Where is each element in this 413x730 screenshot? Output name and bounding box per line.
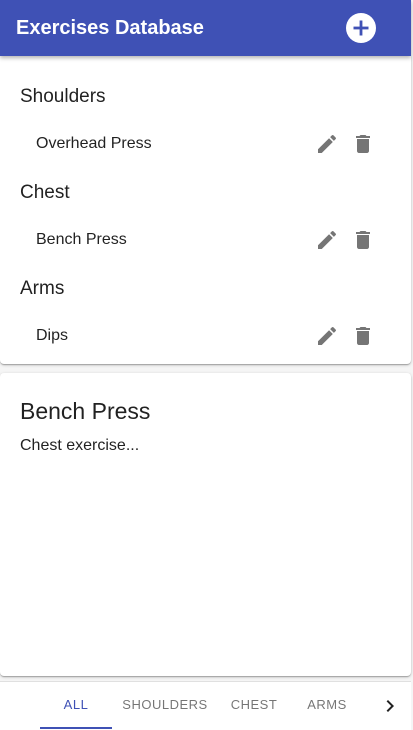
exercise-label[interactable]: Bench Press xyxy=(36,230,127,250)
delete-button[interactable] xyxy=(351,228,375,252)
delete-button[interactable] xyxy=(351,132,375,156)
add-exercise-button[interactable] xyxy=(346,13,376,43)
detail-title: Bench Press xyxy=(20,398,151,424)
add-icon xyxy=(353,20,369,36)
tab-shoulders[interactable]: SHOULDERS xyxy=(118,682,212,730)
trash-icon xyxy=(356,231,370,249)
edit-button[interactable] xyxy=(315,132,339,156)
tab-chest[interactable]: CHEST xyxy=(222,682,286,730)
delete-button[interactable] xyxy=(351,324,375,348)
trash-icon xyxy=(356,327,370,345)
tabs-scroll-right-button[interactable] xyxy=(378,694,402,718)
exercise-label[interactable]: Dips xyxy=(36,326,68,346)
group-title-chest: Chest xyxy=(20,182,70,203)
app-title: Exercises Database xyxy=(16,17,204,39)
detail-description: Chest exercise... xyxy=(20,437,140,454)
pencil-icon xyxy=(318,134,337,153)
app-bar: Exercises Database xyxy=(0,0,411,56)
tab-arms[interactable]: ARMS xyxy=(296,682,358,730)
exercise-item-overhead-press[interactable]: Overhead Press xyxy=(0,120,411,168)
pencil-icon xyxy=(318,326,337,345)
active-tab-indicator xyxy=(40,727,112,729)
tab-all[interactable]: ALL xyxy=(40,682,112,730)
exercise-item-bench-press[interactable]: Bench Press xyxy=(0,216,411,264)
exercises-list-panel: Shoulders Overhead Press Chest Bench Pre… xyxy=(0,56,411,364)
exercise-label[interactable]: Overhead Press xyxy=(36,134,152,154)
muscle-tabs: ALL SHOULDERS CHEST ARMS xyxy=(0,681,411,730)
group-title-shoulders: Shoulders xyxy=(20,86,106,107)
edit-button[interactable] xyxy=(315,324,339,348)
trash-icon xyxy=(356,135,370,153)
pencil-icon xyxy=(318,230,337,249)
chevron-right-icon xyxy=(386,700,394,712)
group-title-arms: Arms xyxy=(20,278,65,299)
edit-button[interactable] xyxy=(315,228,339,252)
exercise-item-dips[interactable]: Dips xyxy=(0,312,411,360)
exercise-detail-panel: Bench Press Chest exercise... xyxy=(0,373,411,676)
